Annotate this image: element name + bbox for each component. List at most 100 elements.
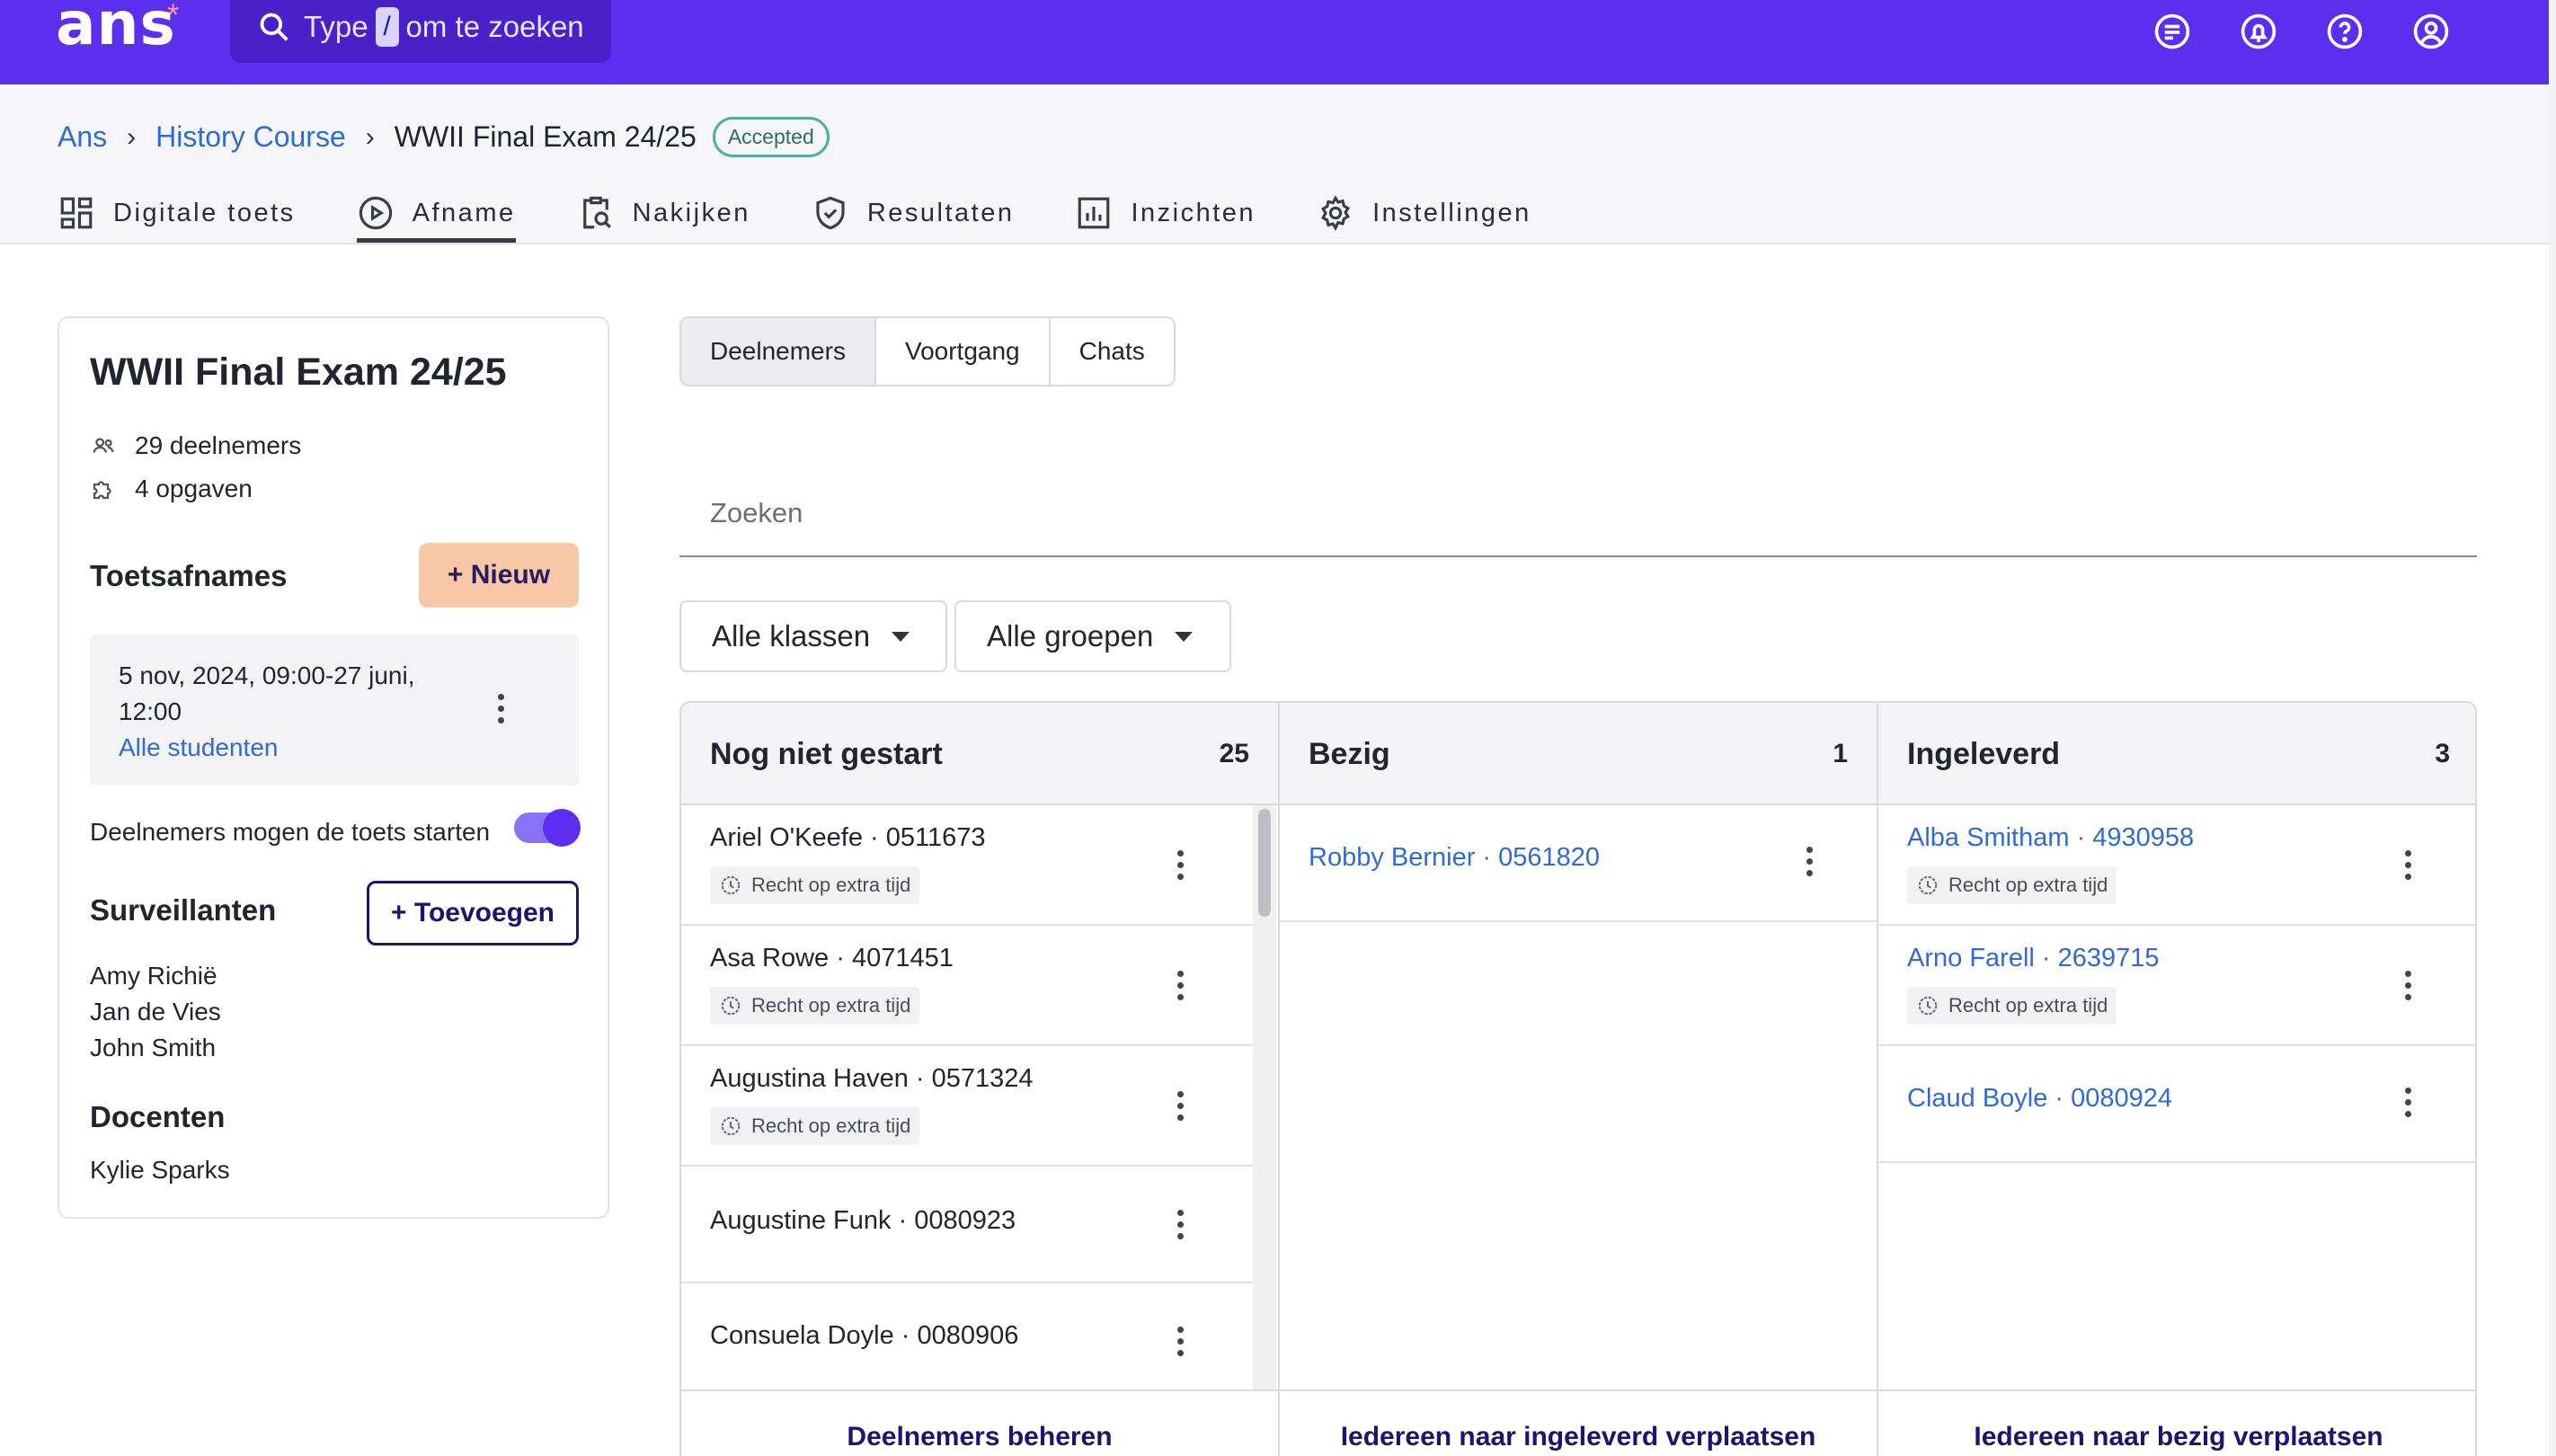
breadcrumb-ans[interactable]: Ans [58,120,107,154]
participant-name: Augustina Haven · 0571324 [710,1064,1034,1093]
breadcrumb-current: WWII Final Exam 24/25 [394,120,697,153]
tab-inzichten[interactable]: Inzichten [1075,183,1256,243]
teacher-name: Kylie Sparks [90,1156,230,1184]
caret-down-icon [1175,631,1194,642]
tab-nakijken[interactable]: Nakijken [577,183,750,243]
participants-row: 29 deelnemers [90,431,301,460]
ans-logo[interactable]: ans [56,0,176,58]
play-circle-icon [359,196,392,230]
search-icon [260,13,288,41]
clock-icon [721,996,741,1016]
more-options-icon[interactable] [1176,1327,1185,1363]
more-options-icon[interactable] [1176,1210,1185,1246]
start-permission-toggle[interactable] [514,809,581,847]
tab-instellingen[interactable]: Instellingen [1317,183,1531,243]
more-options-icon[interactable] [2403,850,2412,886]
tab-label: Nakijken [632,198,750,227]
column-title: Nog niet gestart [710,737,943,771]
segment-deelnemers[interactable]: Deelnemers [681,318,876,385]
search-suffix: om te zoeken [405,10,584,43]
participant-card[interactable]: Augustine Funk · 0080923 [681,1167,1253,1283]
teachers-title: Docenten [90,1100,226,1133]
column-count: 3 [2435,739,2450,768]
more-options-icon[interactable] [1176,971,1185,1007]
move-all-to-in-progress-button[interactable]: Iedereen naar bezig verplaatsen [1878,1389,2475,1456]
column-title: Bezig [1309,737,1390,771]
tab-label: Afname [412,198,516,227]
more-options-icon[interactable] [1176,1091,1185,1127]
start-permission-label: Deelnemers mogen de toets starten [90,818,491,846]
group-filter-select[interactable]: Alle groepen [954,600,1231,672]
participant-search-input[interactable]: Zoeken [679,471,2477,557]
tag-label: Recht op extra tijd [751,874,911,896]
group-filter-value: Alle groepen [987,619,1154,653]
scrollbar-thumb[interactable] [1258,809,1271,917]
account-icon[interactable] [2407,7,2455,56]
participant-name[interactable]: Alba Smitham · 4930958 [1907,823,2194,853]
tab-label: Instellingen [1372,198,1531,227]
participants-board: Nog niet gestart 25 Ariel O'Keefe · 0511… [679,701,2477,1456]
participant-card[interactable]: Augustina Haven · 0571324 Recht op extra… [681,1046,1253,1167]
chat-list-icon[interactable] [2148,7,2197,56]
extra-time-tag: Recht op extra tijd [710,1107,920,1145]
more-options-icon[interactable] [496,694,505,730]
new-session-button[interactable]: + Nieuw [419,543,579,608]
participant-card[interactable]: Arno Farell · 2639715 Recht op extra tij… [1878,926,2475,1046]
logo-star: * [167,0,180,32]
session-item[interactable]: 5 nov, 2024, 09:00-27 juni, 12:00 Alle s… [90,635,579,786]
more-options-icon[interactable] [2403,971,2412,1007]
page-scrollbar[interactable] [2549,0,2556,1456]
participant-name: Augustine Funk · 0080923 [710,1206,1016,1235]
tag-label: Recht op extra tijd [751,994,911,1017]
participant-card[interactable]: Ariel O'Keefe · 0511673 Recht op extra t… [681,805,1253,926]
participant-name: Consuela Doyle · 0080906 [710,1321,1019,1350]
extra-time-tag: Recht op extra tijd [1907,866,2117,904]
class-filter-select[interactable]: Alle klassen [679,600,947,672]
help-icon[interactable] [2321,7,2369,56]
chevron-right-icon: › [127,121,137,152]
caret-down-icon [892,631,910,642]
move-all-to-submitted-button[interactable]: Iedereen naar ingeleverd verplaatsen [1280,1389,1877,1456]
tab-digitale-toets[interactable]: Digitale toets [58,183,296,243]
more-options-icon[interactable] [1805,847,1814,883]
extra-time-tag: Recht op extra tijd [710,987,920,1025]
breadcrumb-history-course[interactable]: History Course [155,120,346,154]
column-header: Bezig 1 [1280,703,1877,805]
notification-bell-icon[interactable] [2234,7,2283,56]
manage-participants-button[interactable]: Deelnemers beheren [681,1389,1278,1456]
participant-name[interactable]: Robby Bernier · 0561820 [1309,843,1600,873]
more-options-icon[interactable] [2403,1088,2412,1123]
participant-name: Asa Rowe · 4071451 [710,944,954,972]
participant-name[interactable]: Claud Boyle · 0080924 [1907,1084,2172,1114]
page-header: Ans › History Course › WWII Final Exam 2… [0,84,2549,244]
participant-card[interactable]: Claud Boyle · 0080924 [1878,1046,2475,1163]
participant-card[interactable]: Alba Smitham · 4930958 Recht op extra ti… [1878,805,2475,926]
clock-icon [721,875,741,895]
participant-name[interactable]: Arno Farell · 2639715 [1907,944,2160,973]
participant-card[interactable]: Consuela Doyle · 0080906 [681,1283,1253,1395]
segment-chats[interactable]: Chats [1051,318,1174,385]
column-header: Ingeleverd 3 [1878,703,2475,805]
segment-voortgang[interactable]: Voortgang [876,318,1051,385]
tab-resultaten[interactable]: Resultaten [812,183,1015,243]
session-audience-link[interactable]: Alle studenten [119,733,278,762]
shield-check-icon [816,196,845,230]
clock-icon [1918,996,1938,1016]
participant-card[interactable]: Asa Rowe · 4071451 Recht op extra tijd [681,926,1253,1046]
gear-icon [1321,195,1351,231]
tab-afname[interactable]: Afname [356,183,516,243]
participants-count: 29 deelnemers [135,431,302,459]
global-search[interactable]: Type / om te zoeken [230,0,611,63]
search-prefix: Type [304,10,368,43]
breadcrumb: Ans › History Course › WWII Final Exam 2… [58,117,830,157]
grid-icon [60,197,93,229]
more-options-icon[interactable] [1176,850,1185,886]
status-badge: Accepted [712,117,830,157]
proctor-name: Jan de Vies [90,998,221,1025]
tab-label: Resultaten [866,198,1015,227]
participant-card[interactable]: Robby Bernier · 0561820 [1280,805,1877,922]
tag-label: Recht op extra tijd [1948,874,2108,896]
add-proctor-button[interactable]: + Toevoegen [367,881,579,946]
session-date: 5 nov, 2024, 09:00-27 juni, 12:00 [119,661,415,725]
sessions-title: Toetsafnames [90,559,288,592]
